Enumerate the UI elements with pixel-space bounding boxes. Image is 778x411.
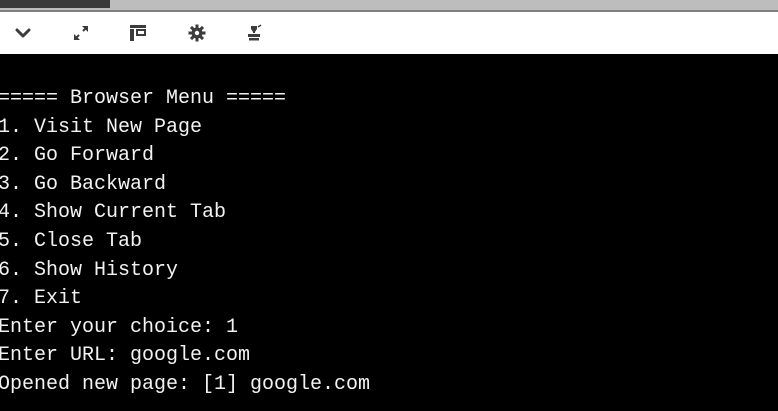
chevron-down-icon[interactable] bbox=[12, 22, 34, 44]
menu-option-line: 4. Show Current Tab bbox=[0, 201, 227, 225]
choice-prompt-line: Enter your choice: 1 bbox=[0, 315, 239, 339]
expand-icon[interactable] bbox=[70, 22, 92, 44]
console-toolbar bbox=[0, 10, 778, 54]
menu-option-line: 3. Go Backward bbox=[0, 172, 167, 196]
gear-icon[interactable] bbox=[186, 22, 208, 44]
window-tab-edge bbox=[0, 0, 110, 8]
menu-title-line: ===== Browser Menu ===== bbox=[0, 87, 287, 110]
terminal-lines: ===== Browser Menu ===== 1. Visit New Pa… bbox=[0, 85, 370, 400]
terminal-output: ===== Browser Menu ===== 1. Visit New Pa… bbox=[0, 54, 778, 411]
menu-option-line: 7. Exit bbox=[0, 287, 83, 311]
result-line: Opened new page: [1] google.com bbox=[0, 372, 371, 396]
menu-option-line: 6. Show History bbox=[0, 258, 179, 282]
layout-icon[interactable] bbox=[127, 22, 149, 44]
menu-option-line: 2. Go Forward bbox=[0, 144, 155, 168]
window-top-edge bbox=[0, 0, 778, 10]
console-window: ===== Browser Menu ===== 1. Visit New Pa… bbox=[0, 0, 778, 411]
menu-option-line: 5. Close Tab bbox=[0, 229, 143, 253]
menu-option-line: 1. Visit New Page bbox=[0, 115, 203, 139]
stamp-icon[interactable] bbox=[243, 22, 265, 44]
url-prompt-line: Enter URL: google.com bbox=[0, 344, 251, 368]
